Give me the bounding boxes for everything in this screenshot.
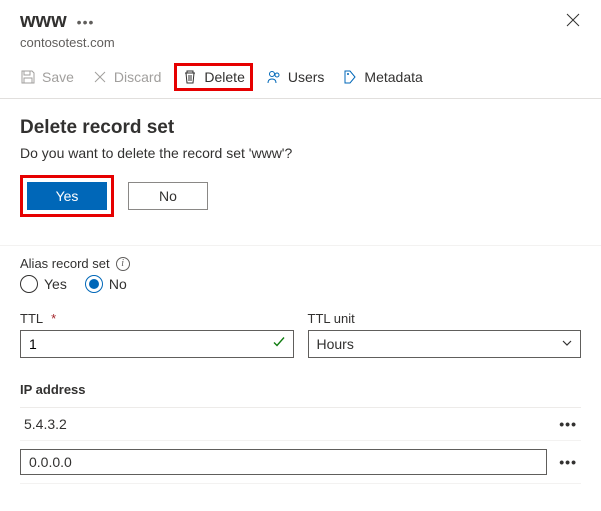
discard-button: Discard bbox=[92, 69, 161, 85]
metadata-icon bbox=[342, 69, 358, 85]
no-button[interactable]: No bbox=[128, 182, 208, 210]
radio-icon-selected bbox=[85, 275, 103, 293]
yes-button[interactable]: Yes bbox=[27, 182, 107, 210]
ttl-label: TTL * bbox=[20, 311, 294, 326]
ip-row-more-button[interactable]: ••• bbox=[555, 416, 581, 432]
radio-icon bbox=[20, 275, 38, 293]
ip-new-row: ••• bbox=[20, 441, 581, 484]
delete-button[interactable]: Delete bbox=[174, 63, 252, 91]
toolbar: Save Discard Delete Users Metadata bbox=[0, 56, 601, 99]
ip-new-more-button[interactable]: ••• bbox=[555, 454, 581, 470]
ip-address-header: IP address bbox=[20, 382, 581, 408]
checkmark-icon bbox=[272, 336, 286, 353]
alias-label-text: Alias record set bbox=[20, 256, 110, 271]
metadata-label: Metadata bbox=[364, 69, 422, 85]
alias-radio-group: Yes No bbox=[20, 275, 581, 293]
ttl-unit-value: Hours bbox=[317, 336, 354, 352]
alias-no-radio[interactable]: No bbox=[85, 275, 127, 293]
save-label: Save bbox=[42, 69, 74, 85]
page-title: www bbox=[20, 10, 67, 33]
ip-row: 5.4.3.2 ••• bbox=[20, 408, 581, 441]
trash-icon bbox=[182, 69, 198, 85]
alias-label: Alias record set i bbox=[20, 256, 581, 271]
discard-icon bbox=[92, 69, 108, 85]
save-icon bbox=[20, 69, 36, 85]
required-star: * bbox=[51, 311, 56, 326]
alias-no-label: No bbox=[109, 276, 127, 292]
users-label: Users bbox=[288, 69, 325, 85]
delete-label: Delete bbox=[204, 69, 244, 85]
users-icon bbox=[266, 69, 282, 85]
ip-value: 5.4.3.2 bbox=[20, 416, 547, 432]
users-button[interactable]: Users bbox=[266, 69, 325, 85]
yes-button-highlight: Yes bbox=[20, 175, 114, 217]
chevron-down-icon bbox=[561, 336, 573, 352]
dialog-prompt: Do you want to delete the record set 'ww… bbox=[0, 145, 601, 175]
ttl-unit-select[interactable]: Hours bbox=[308, 330, 582, 358]
alias-yes-label: Yes bbox=[44, 276, 67, 292]
more-icon[interactable]: ••• bbox=[77, 14, 95, 30]
metadata-button[interactable]: Metadata bbox=[342, 69, 422, 85]
ttl-unit-label: TTL unit bbox=[308, 311, 582, 326]
save-button: Save bbox=[20, 69, 74, 85]
ttl-label-text: TTL bbox=[20, 311, 43, 326]
ttl-input[interactable] bbox=[20, 330, 294, 358]
close-button[interactable] bbox=[565, 12, 581, 31]
info-icon[interactable]: i bbox=[116, 257, 130, 271]
ip-new-input[interactable] bbox=[20, 449, 547, 475]
page-subtitle: contosotest.com bbox=[20, 35, 581, 50]
close-icon bbox=[565, 12, 581, 28]
discard-label: Discard bbox=[114, 69, 161, 85]
alias-yes-radio[interactable]: Yes bbox=[20, 275, 67, 293]
dialog-title: Delete record set bbox=[0, 99, 601, 145]
